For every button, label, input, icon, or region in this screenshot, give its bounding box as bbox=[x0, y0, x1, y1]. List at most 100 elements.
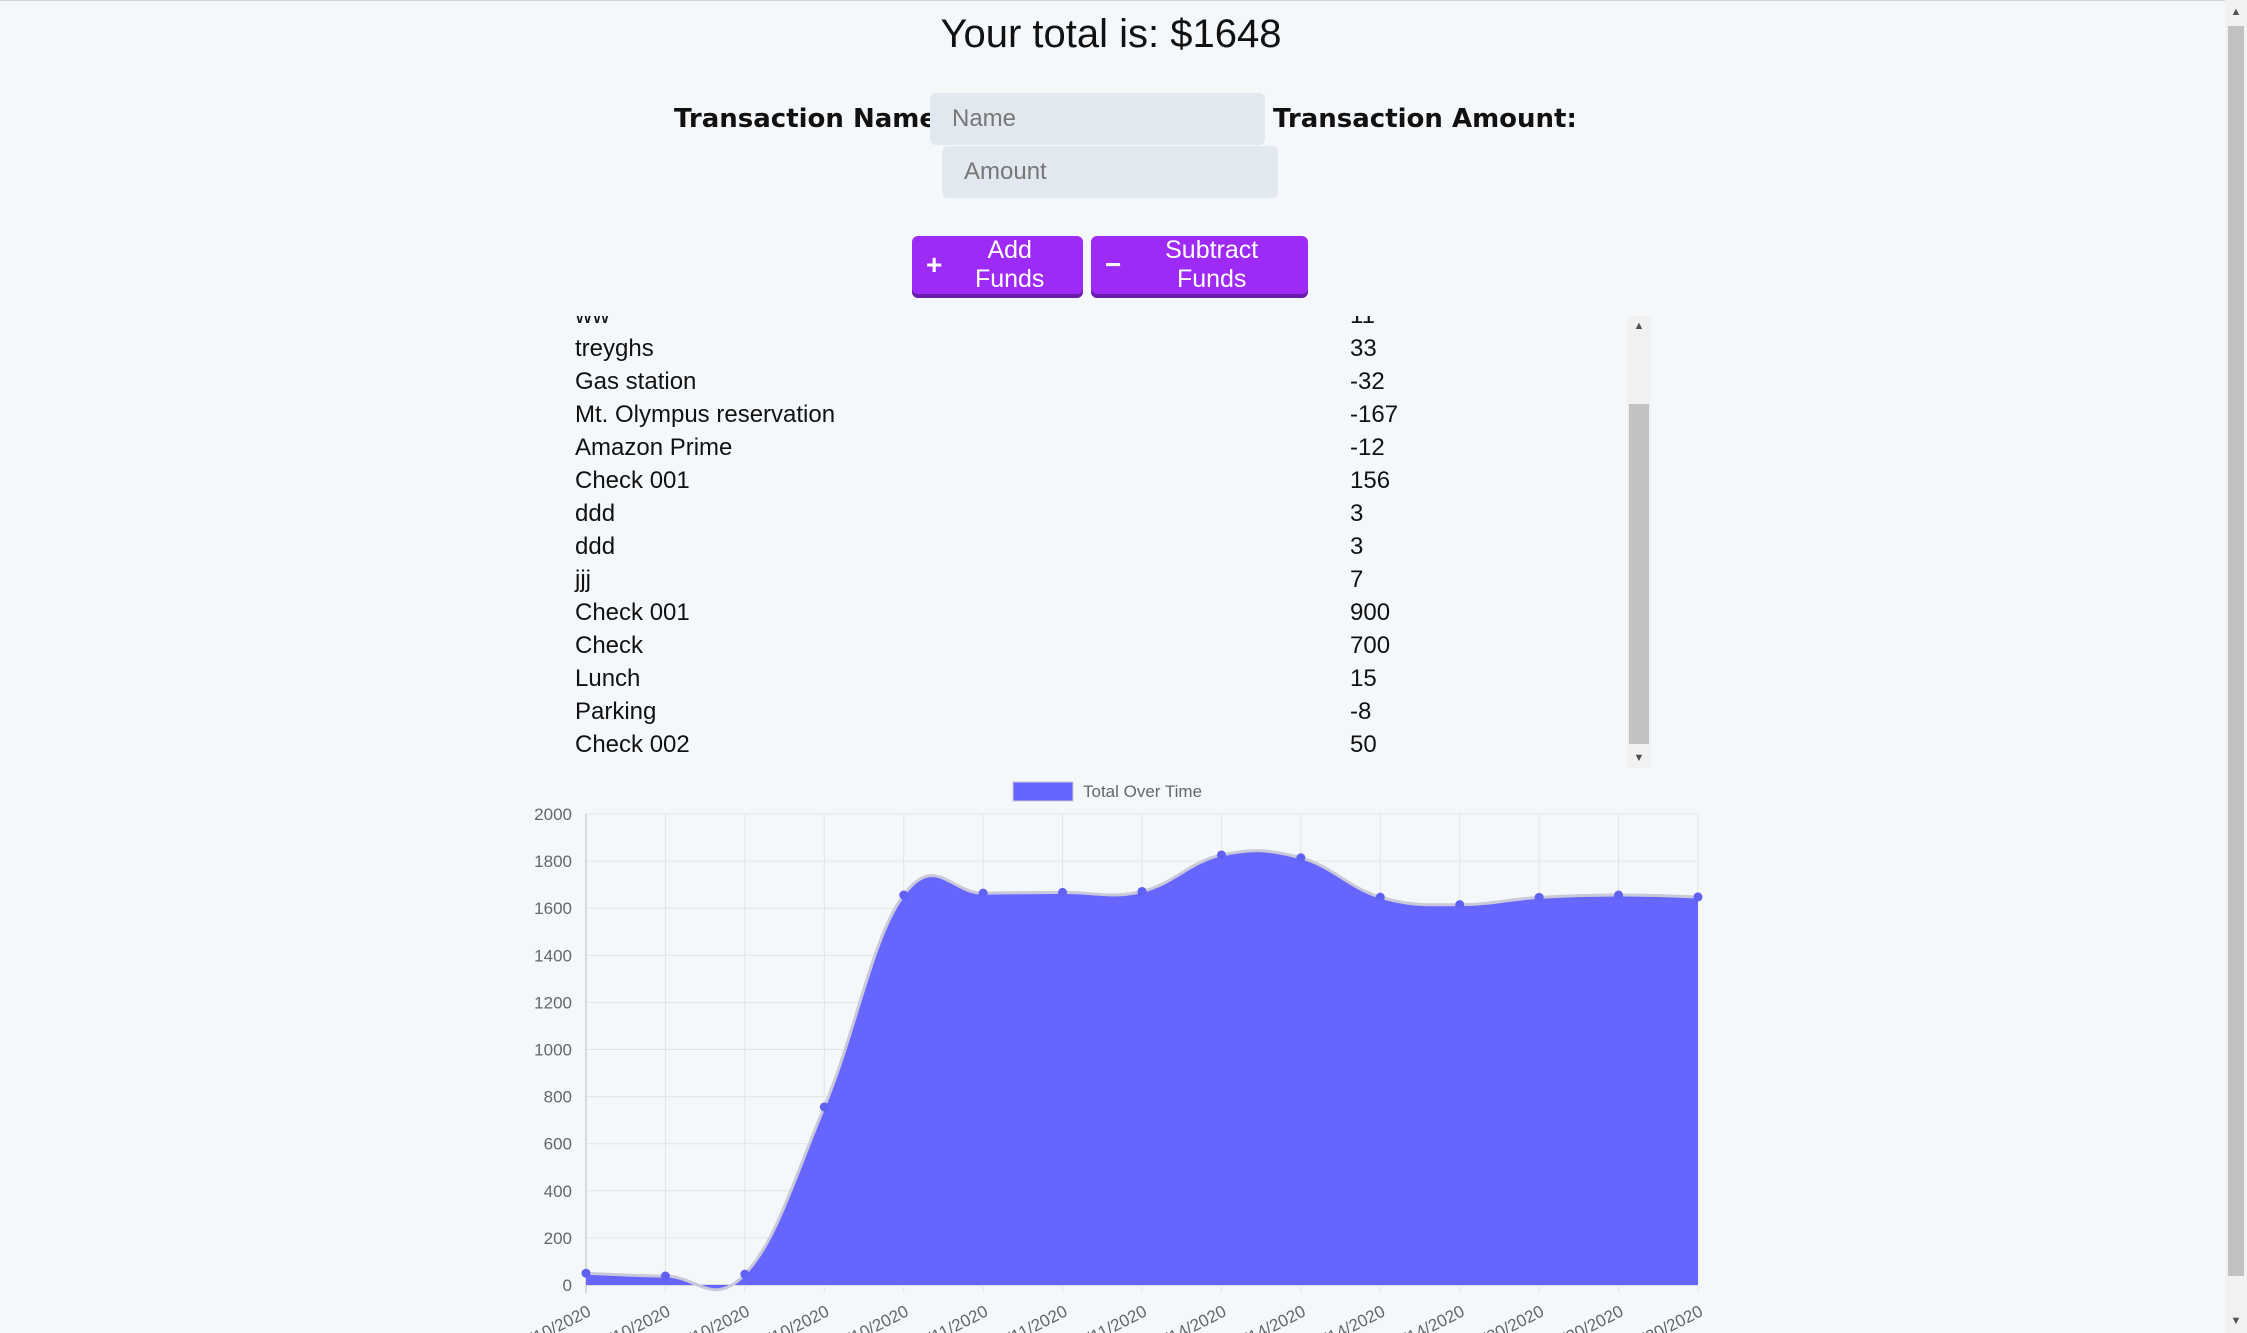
transaction-name: treyghs bbox=[575, 335, 654, 362]
y-tick-label: 0 bbox=[563, 1276, 572, 1295]
transaction-amount: 15 bbox=[1350, 665, 1377, 692]
transaction-list-scroll-thumb[interactable] bbox=[1629, 404, 1649, 744]
transaction-amount-input[interactable] bbox=[942, 146, 1278, 198]
x-tick-label: 2/20/2020 bbox=[1630, 1302, 1706, 1333]
total-heading: Your total is: $1648 bbox=[940, 12, 1282, 56]
transaction-amount: 11 bbox=[1350, 316, 1620, 332]
subtract-funds-button[interactable]: − Subtract Funds bbox=[1091, 236, 1308, 294]
transaction-name: Amazon Prime bbox=[575, 434, 733, 461]
y-tick-label: 600 bbox=[544, 1135, 572, 1154]
y-tick-label: 800 bbox=[544, 1088, 572, 1107]
transaction-name-label: Transaction Name: bbox=[674, 104, 948, 134]
transaction-row: ww11 bbox=[560, 316, 1620, 332]
transaction-name: Lunch bbox=[575, 665, 641, 692]
x-tick-label: 2/10/2020 bbox=[756, 1302, 832, 1333]
transaction-amount: 3 bbox=[1350, 500, 1364, 527]
scroll-down-arrow-icon[interactable]: ▼ bbox=[1627, 748, 1651, 768]
y-tick-label: 400 bbox=[544, 1182, 572, 1201]
transaction-name: Gas station bbox=[575, 368, 697, 395]
data-point bbox=[1375, 892, 1385, 902]
x-tick-label: 2/20/2020 bbox=[1471, 1302, 1547, 1333]
transaction-row: Parking -8 bbox=[560, 695, 1620, 728]
transaction-row: Amazon Prime -12 bbox=[560, 431, 1620, 464]
legend-swatch bbox=[1012, 781, 1074, 802]
data-point bbox=[660, 1271, 670, 1281]
transaction-row: ddd 3 bbox=[560, 530, 1620, 563]
transaction-table: ww11treyghs33Gas station-32Mt. Olympus r… bbox=[560, 316, 1620, 761]
transaction-amount: -167 bbox=[1350, 401, 1399, 428]
transaction-name: jjj bbox=[575, 566, 591, 593]
transaction-row: Check 700 bbox=[560, 629, 1620, 662]
transaction-row: Lunch 15 bbox=[560, 662, 1620, 695]
x-tick-label: 2/14/2020 bbox=[1153, 1302, 1229, 1333]
data-point bbox=[899, 890, 909, 900]
page-scroll-down-icon[interactable]: ▼ bbox=[2225, 1311, 2247, 1331]
transaction-row: Mt. Olympus reservation -167 bbox=[560, 398, 1620, 431]
y-tick-label: 1800 bbox=[534, 852, 572, 871]
transaction-name: Mt. Olympus reservation bbox=[575, 401, 836, 428]
transaction-amount: -32 bbox=[1350, 368, 1385, 395]
transaction-amount: 3 bbox=[1350, 533, 1364, 560]
data-point bbox=[819, 1102, 829, 1112]
transaction-table-body: ww11treyghs33Gas station-32Mt. Olympus r… bbox=[560, 316, 1620, 761]
transaction-amount: 156 bbox=[1350, 467, 1391, 494]
x-tick-label: 2/14/2020 bbox=[1233, 1302, 1309, 1333]
transaction-row: ddd 3 bbox=[560, 497, 1620, 530]
y-tick-label: 1000 bbox=[534, 1041, 572, 1060]
transaction-name: Check 001 bbox=[575, 467, 690, 494]
add-funds-label: Add Funds bbox=[974, 236, 1045, 293]
plus-icon: + bbox=[926, 249, 943, 280]
data-point bbox=[1296, 853, 1306, 863]
data-point bbox=[1534, 892, 1544, 902]
data-point bbox=[978, 888, 988, 898]
data-point bbox=[740, 1269, 750, 1279]
data-point bbox=[1455, 900, 1465, 910]
transaction-amount-label: Transaction Amount: bbox=[1273, 104, 1577, 134]
transaction-name: Check bbox=[575, 632, 644, 659]
transaction-list-scrollbar[interactable]: ▲ ▼ bbox=[1627, 316, 1651, 768]
scroll-up-arrow-icon[interactable]: ▲ bbox=[1627, 316, 1651, 336]
transaction-row: Check 001 156 bbox=[560, 464, 1620, 497]
data-point bbox=[1058, 887, 1068, 897]
x-tick-label: 2/20/2020 bbox=[1550, 1302, 1626, 1333]
x-tick-label: 2/10/2020 bbox=[518, 1302, 594, 1333]
x-tick-label: 2/10/2020 bbox=[597, 1302, 673, 1333]
x-tick-label: 2/14/2020 bbox=[1392, 1302, 1468, 1333]
total-over-time-chart: 0 200 400 600 800 1000 1200 1400 1600 1800 2000 2/1… bbox=[518, 781, 1706, 1333]
x-tick-label: 2/11/2020 bbox=[1075, 1302, 1150, 1333]
page-scroll-thumb[interactable] bbox=[2228, 26, 2244, 1276]
transaction-row: Check 002 50 bbox=[560, 728, 1620, 761]
transaction-amount: -12 bbox=[1350, 434, 1385, 461]
y-tick-label: 2000 bbox=[534, 805, 572, 824]
transaction-name-input[interactable] bbox=[930, 93, 1265, 145]
transaction-name: ddd bbox=[575, 500, 616, 527]
transaction-name: Check 002 bbox=[575, 731, 690, 758]
data-point bbox=[1614, 890, 1624, 900]
y-tick-label: 200 bbox=[544, 1229, 572, 1248]
transaction-amount: 50 bbox=[1350, 731, 1377, 758]
page-scrollbar[interactable]: ▲ ▼ bbox=[2225, 0, 2247, 1333]
add-funds-button[interactable]: + Add Funds bbox=[912, 236, 1083, 294]
y-tick-label: 1600 bbox=[534, 899, 572, 918]
transaction-amount: 33 bbox=[1350, 335, 1377, 362]
data-point bbox=[1137, 886, 1147, 896]
data-point bbox=[1216, 850, 1226, 860]
y-tick-label: 1200 bbox=[534, 993, 572, 1012]
x-tick-label: 2/11/2020 bbox=[916, 1302, 991, 1333]
y-tick-label: 1400 bbox=[534, 946, 572, 965]
data-point bbox=[1693, 892, 1703, 902]
page-scroll-up-icon[interactable]: ▲ bbox=[2225, 2, 2247, 22]
top-border bbox=[0, 0, 2247, 1]
transaction-row: jjj 7 bbox=[560, 563, 1620, 596]
x-tick-label: 2/10/2020 bbox=[836, 1302, 912, 1333]
series-area bbox=[586, 850, 1698, 1290]
data-point bbox=[581, 1268, 591, 1278]
subtract-funds-label: Subtract Funds bbox=[1165, 236, 1259, 293]
x-tick-label: 2/11/2020 bbox=[995, 1302, 1070, 1333]
transaction-list[interactable]: ww11treyghs33Gas station-32Mt. Olympus r… bbox=[560, 316, 1652, 768]
transaction-amount: -8 bbox=[1350, 698, 1372, 725]
transaction-name: Parking bbox=[575, 698, 657, 725]
transaction-name: ddd bbox=[575, 533, 616, 560]
transaction-amount: 700 bbox=[1350, 632, 1391, 659]
transaction-row: Gas station -32 bbox=[560, 365, 1620, 398]
